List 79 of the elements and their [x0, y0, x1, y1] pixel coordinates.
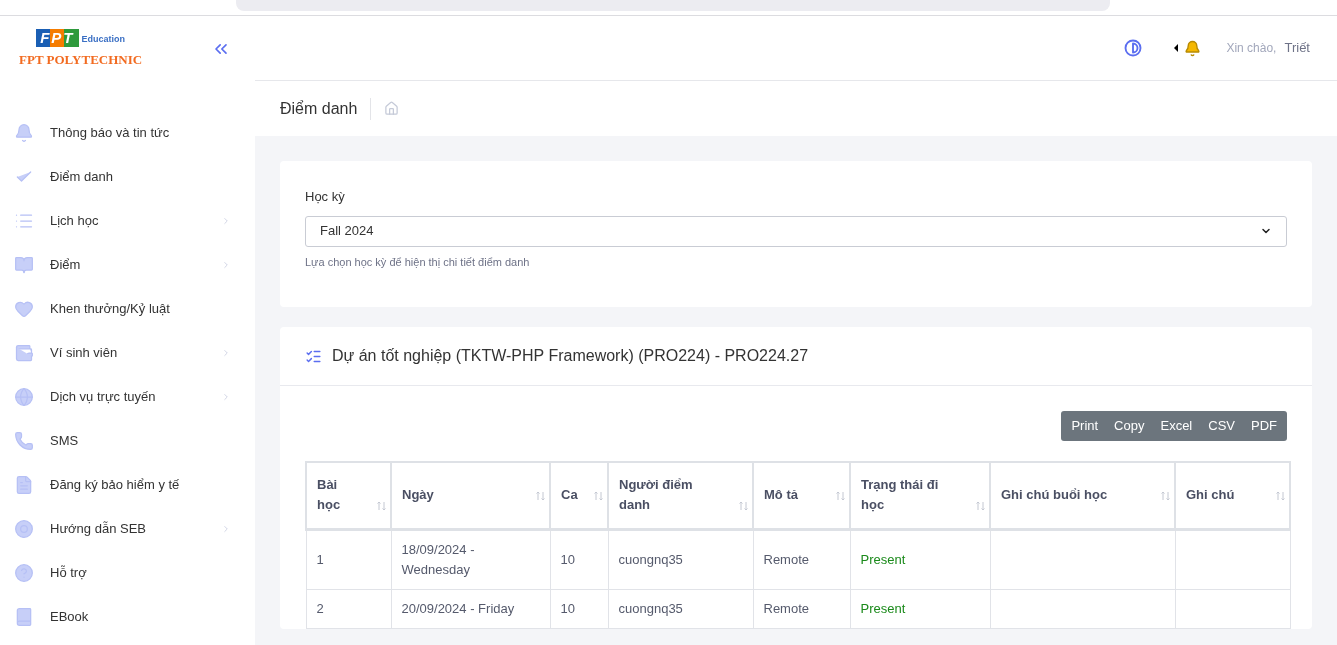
- sidebar-label: Hỗ trợ: [50, 564, 87, 583]
- column-header[interactable]: Ngày: [391, 462, 550, 529]
- table-cell: Remote: [753, 589, 850, 628]
- course-title: Dự án tốt nghiệp (TKTW-PHP Framework) (PRO224) - PRO224.27: [332, 346, 809, 366]
- column-header[interactable]: Ghi chú: [1175, 462, 1290, 529]
- sort-icon: [739, 501, 748, 512]
- sort-icon: [976, 501, 985, 512]
- table-cell: Present: [850, 529, 990, 589]
- table-cell: Remote: [753, 529, 850, 589]
- sidebar-label: Đăng ký bảo hiểm y tế: [50, 476, 180, 495]
- bell-icon[interactable]: [1184, 39, 1202, 57]
- table-cell: 20/09/2024 - Friday: [391, 589, 550, 628]
- sort-icon: [1161, 491, 1170, 502]
- sidebar-item[interactable]: SMS: [0, 419, 255, 463]
- greeting: Xin chào,: [1226, 40, 1277, 57]
- heart-icon: [14, 299, 34, 319]
- sidebar-item[interactable]: Điểm danh: [0, 155, 255, 199]
- table-cell: Present: [850, 589, 990, 628]
- contrast-icon[interactable]: [1124, 39, 1143, 57]
- phone-icon: [14, 431, 34, 451]
- table-cell: 1: [306, 529, 391, 589]
- sidebar-item[interactable]: Đăng ký bảo hiểm y tế: [0, 463, 255, 507]
- column-header[interactable]: Bài học: [306, 462, 391, 529]
- export-button[interactable]: Excel: [1152, 411, 1201, 441]
- table-cell: cuongnq35: [608, 529, 753, 589]
- column-header[interactable]: Ghi chú buổi học: [990, 462, 1175, 529]
- sidebar-label: Điểm: [50, 256, 81, 275]
- sidebar-item[interactable]: Dịch vụ trực tuyến: [0, 375, 255, 419]
- sidebar-label: Lịch học: [50, 212, 99, 231]
- sidebar-item[interactable]: EBook: [0, 595, 255, 639]
- book-icon: [14, 255, 34, 275]
- export-button[interactable]: Print: [1063, 411, 1107, 441]
- column-header[interactable]: Người điểm danh: [608, 462, 753, 529]
- column-header[interactable]: Ca: [550, 462, 608, 529]
- table-cell: 10: [550, 589, 608, 628]
- semester-select[interactable]: Fall 2024: [305, 215, 1287, 247]
- sort-icon: [377, 501, 386, 512]
- sidebar-label: EBook: [50, 608, 89, 627]
- sidebar-item[interactable]: Thông báo và tin tức: [0, 111, 255, 155]
- book-icon: [14, 607, 34, 627]
- caret-icon[interactable]: [1174, 44, 1179, 52]
- help-text: Lựa chọn học kỳ để hiện thị chi tiết điểm danh: [305, 254, 531, 270]
- sidebar-label: Khen thưởng/Kỷ luật: [50, 300, 170, 319]
- sidebar-label: Điểm danh: [50, 168, 113, 187]
- sidebar-item[interactable]: Lịch học: [0, 199, 255, 243]
- globe-icon: [14, 387, 34, 407]
- bell-icon: [14, 123, 34, 143]
- sidebar-item[interactable]: Hỗ trợ: [0, 551, 255, 595]
- table-cell: 2: [306, 589, 391, 628]
- sidebar-label: Ví sinh viên: [50, 344, 118, 363]
- wallet-icon: [14, 343, 34, 363]
- export-button[interactable]: Copy: [1106, 411, 1153, 441]
- logo-mark: FPT: [36, 28, 79, 47]
- field-label: Học kỳ: [305, 188, 346, 206]
- sidebar-item[interactable]: Khen thưởng/Kỷ luật: [0, 287, 255, 331]
- column-header[interactable]: Mô tả: [753, 462, 850, 529]
- table-cell: 10: [550, 529, 608, 589]
- sidebar-item[interactable]: Hướng dẫn SEB: [0, 507, 255, 551]
- sort-icon: [1276, 491, 1285, 502]
- column-header[interactable]: Trạng thái đi học: [850, 462, 990, 529]
- sidebar-label: Dịch vụ trực tuyến: [50, 388, 156, 407]
- logo-subtitle: Education: [81, 33, 125, 47]
- sidebar-label: Hướng dẫn SEB: [50, 520, 146, 539]
- export-button[interactable]: PDF: [1243, 411, 1285, 441]
- help-icon: [14, 563, 34, 583]
- sort-icon: [594, 491, 603, 502]
- sidebar-label: Thông báo và tin tức: [50, 124, 170, 143]
- document-icon: [14, 475, 34, 495]
- user-name[interactable]: Triết: [1284, 38, 1310, 58]
- sort-icon: [536, 491, 545, 502]
- export-button[interactable]: CSV: [1200, 411, 1243, 441]
- table-cell: 18/09/2024 - Wednesday: [391, 529, 550, 589]
- sidebar-item[interactable]: Ví sinh viên: [0, 331, 255, 375]
- sidebar-label: SMS: [50, 432, 79, 451]
- sort-icon: [836, 491, 845, 502]
- logo-name: FPT POLYTECHNIC: [19, 50, 143, 69]
- table-cell: cuongnq35: [608, 589, 753, 628]
- sidebar-item[interactable]: Điểm: [0, 243, 255, 287]
- page-title: Điểm danh: [280, 98, 358, 119]
